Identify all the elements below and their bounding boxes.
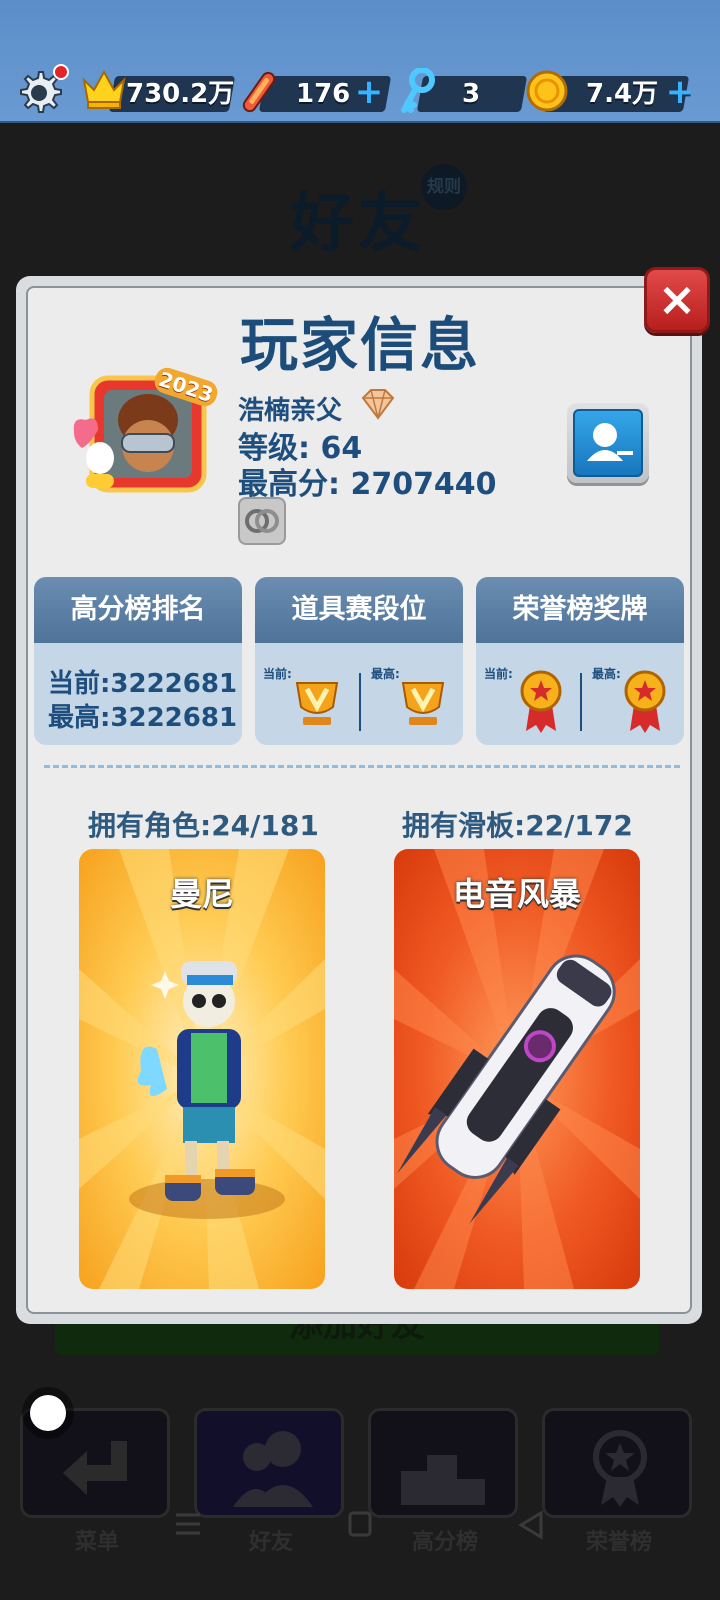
nav-friends-button[interactable]: [194, 1408, 344, 1518]
medal-divider: [580, 673, 582, 731]
leaderboard-rank-title: 高分榜排名: [34, 577, 242, 643]
player-name: 浩楠亲父: [238, 396, 343, 426]
add-boards-button[interactable]: +: [353, 75, 385, 109]
character-card[interactable]: 曼尼: [79, 849, 325, 1289]
hoverboard-icon: [242, 71, 276, 113]
recents-icon[interactable]: [176, 1513, 200, 1535]
tier-divider: [359, 673, 361, 731]
diamond-rank-icon: [361, 389, 395, 420]
avatar: 2023: [64, 364, 224, 508]
rings-icon: [245, 509, 279, 533]
system-nav-bar: [176, 1510, 543, 1540]
item-race-tier-card: 道具赛段位 当前: 最高:: [255, 577, 463, 745]
key-icon: [401, 68, 435, 113]
medal-icon: [624, 670, 666, 733]
rank-best: 最高:3222681: [48, 703, 238, 733]
coins-value: 7.4万: [586, 79, 659, 109]
character-name: 曼尼: [169, 875, 234, 913]
profile-icon: [587, 423, 633, 461]
touch-indicator: [30, 1395, 66, 1431]
medal-icon: [520, 670, 562, 733]
hoverboard-name: 电音风暴: [452, 875, 581, 913]
honor-medal-card: 荣誉榜奖牌 当前: 最高:: [476, 577, 684, 745]
add-coins-button[interactable]: +: [664, 75, 696, 109]
tier-current-label: 当前:: [263, 667, 292, 681]
score-value: 730.2万: [126, 79, 235, 109]
section-divider: [44, 765, 680, 768]
coin-icon: [526, 70, 568, 112]
friends-page-title: 好友: [290, 187, 426, 261]
nav-honor-button[interactable]: [542, 1408, 692, 1518]
medal-best-label: 最高:: [592, 667, 621, 681]
trophy-icon: [401, 682, 445, 725]
profile-button[interactable]: [567, 403, 649, 483]
owned-characters-count: 拥有角色:24/181: [88, 809, 319, 842]
trophy-icon: [295, 682, 339, 725]
back-icon[interactable]: [518, 1510, 543, 1540]
medal-current-label: 当前:: [484, 667, 513, 681]
hoverboard-card[interactable]: 电音风暴: [394, 849, 640, 1289]
nav-leaderboard-button[interactable]: [368, 1408, 518, 1518]
notification-dot: [53, 64, 69, 80]
hoverboard-illustration: [394, 849, 640, 1289]
leaderboard-rank-card: 高分榜排名 当前:3222681 最高:3222681: [34, 577, 242, 745]
crown-icon: [82, 69, 126, 109]
character-illustration: [79, 849, 325, 1289]
honor-medal-title: 荣誉榜奖牌: [476, 577, 684, 643]
rules-button[interactable]: 规则: [421, 164, 467, 210]
rings-badge[interactable]: [238, 497, 286, 545]
keys-value: 3: [462, 79, 481, 109]
owned-boards-count: 拥有滑板:22/172: [402, 809, 633, 842]
item-race-tier-title: 道具赛段位: [255, 577, 463, 643]
boards-value: 176: [296, 79, 351, 109]
rank-current: 当前:3222681: [48, 669, 238, 699]
home-icon[interactable]: [348, 1511, 372, 1537]
